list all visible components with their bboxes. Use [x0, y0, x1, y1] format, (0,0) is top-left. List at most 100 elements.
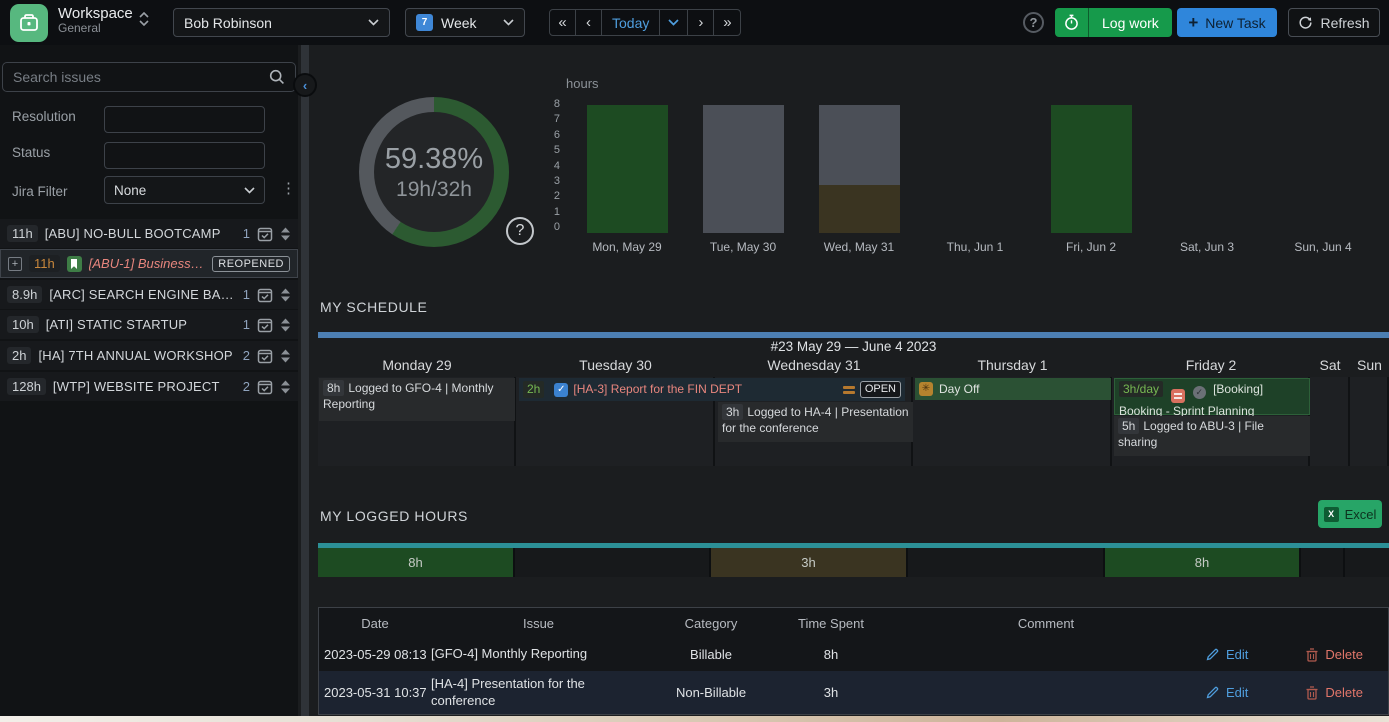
worklog-category: Billable: [646, 647, 776, 662]
logged-segment-monday[interactable]: 8h: [318, 548, 515, 577]
project-row-arc[interactable]: 8.9h [ARC] SEARCH ENGINE BANDI... 1: [0, 280, 298, 309]
sort-arrows-icon[interactable]: [280, 380, 291, 394]
y-tick-label: 1: [554, 207, 560, 218]
task-event-tuesday[interactable]: 2h ✓ [HA-3] Report for the FIN DEPT OPEN: [519, 378, 905, 401]
logged-segment-tuesday[interactable]: [515, 548, 711, 577]
worklog-table: Date Issue Category Time Spent Comment 2…: [318, 607, 1389, 715]
day-header: Monday 29: [318, 357, 516, 373]
help-icon[interactable]: ?: [1023, 12, 1044, 33]
search-icon[interactable]: [269, 69, 285, 85]
schedule-day-cell[interactable]: [1310, 377, 1350, 466]
schedule-grid: 8hLogged to GFO-4 | Monthly Reporting 2h…: [318, 377, 1389, 466]
project-hours-badge: 2h: [7, 347, 31, 364]
project-row-wtp[interactable]: 128h [WTP] WEBSITE PROJECT 2: [0, 372, 298, 401]
user-select[interactable]: Bob Robinson: [173, 8, 390, 37]
stopwatch-icon[interactable]: [1055, 8, 1089, 37]
chevron-down-icon: [503, 19, 514, 26]
search-input[interactable]: [13, 69, 261, 85]
jira-filter-select[interactable]: None: [104, 176, 265, 204]
view-mode-select[interactable]: 7 Week: [405, 8, 525, 37]
donut-help-icon[interactable]: ?: [506, 217, 534, 245]
project-row-ha[interactable]: 2h [HA] 7TH ANNUAL WORKSHOP 2: [0, 341, 298, 370]
event-text: Logged to GFO-4 | Monthly Reporting: [323, 381, 494, 411]
event-hours-badge: 2h: [523, 381, 544, 397]
logged-segment-wednesday[interactable]: 3h: [711, 548, 908, 577]
bar-segment-not-logged[interactable]: [703, 105, 784, 233]
export-excel-button[interactable]: X Excel: [1318, 500, 1382, 528]
expand-icon[interactable]: +: [8, 257, 22, 271]
workspace-title: Workspace: [58, 5, 133, 22]
logged-segment-sunday[interactable]: [1345, 548, 1389, 577]
delete-worklog-button[interactable]: Delete: [1306, 647, 1363, 662]
delete-worklog-button[interactable]: Delete: [1306, 685, 1363, 700]
nav-last-button[interactable]: »: [714, 10, 740, 35]
bar-segment-logged-non-billable[interactable]: [819, 185, 900, 233]
bar-segment-logged-billable[interactable]: [587, 105, 668, 233]
workspace-logo-icon[interactable]: [10, 4, 48, 42]
calendar-check-icon[interactable]: [257, 348, 273, 364]
sidebar-collapse-button[interactable]: ‹: [293, 73, 317, 97]
task-title[interactable]: [HA-3] Report for the FIN DEPT: [573, 381, 837, 397]
today-button[interactable]: Today: [602, 10, 660, 35]
today-dropdown-button[interactable]: [660, 10, 688, 35]
workspace-switcher[interactable]: Workspace General: [58, 5, 133, 36]
worklog-row[interactable]: 2023-05-31 10:37 [HA-4] Presentation for…: [319, 671, 1388, 714]
worklog-date: 2023-05-29 08:13: [319, 647, 431, 662]
nav-prev-button[interactable]: ‹: [576, 10, 602, 35]
sort-arrows-icon[interactable]: [280, 318, 291, 332]
task-status-badge: OPEN: [860, 381, 901, 398]
calendar-check-icon[interactable]: [257, 317, 273, 333]
new-task-button[interactable]: + New Task: [1177, 8, 1277, 37]
sort-arrows-icon[interactable]: [280, 288, 291, 302]
logged-segment-friday[interactable]: 8h: [1105, 548, 1301, 577]
bar-segment-logged-billable[interactable]: [1051, 105, 1132, 233]
status-input[interactable]: [104, 142, 265, 169]
edit-worklog-button[interactable]: Edit: [1206, 685, 1248, 700]
day-header: Wednesday 31: [715, 357, 913, 373]
nav-next-button[interactable]: ›: [688, 10, 714, 35]
log-work-button[interactable]: Log work: [1055, 8, 1172, 37]
schedule-day-cell[interactable]: [1350, 377, 1389, 466]
worklog-date: 2023-05-31 10:37: [319, 685, 431, 700]
dayoff-event-thursday[interactable]: ✳ Day Off: [915, 378, 1111, 400]
project-hours-badge: 10h: [7, 316, 39, 333]
issue-label[interactable]: [ABU-1] Business Analyt...: [89, 256, 206, 271]
worklog-time-spent: 3h: [776, 685, 886, 700]
day-header: Friday 2: [1112, 357, 1310, 373]
calendar-check-icon[interactable]: [257, 379, 273, 395]
sort-arrows-icon[interactable]: [280, 349, 291, 363]
booking-event-friday[interactable]: 3h/day ✓ [Booking] Booking - Sprint Plan…: [1114, 378, 1310, 415]
calendar-check-icon[interactable]: [257, 226, 273, 242]
issue-row-abu-1[interactable]: + 11h [ABU-1] Business Analyt... REOPENE…: [0, 249, 298, 278]
kebab-menu-icon[interactable]: ⋮: [281, 179, 296, 197]
workspace-expand-icon[interactable]: [139, 12, 149, 26]
bar-chart-columns: Mon, May 29Tue, May 30Wed, May 31Thu, Ju…: [569, 99, 1381, 233]
sort-arrows-icon[interactable]: [280, 227, 291, 241]
donut-center: 59.38% 19h/32h: [374, 112, 494, 232]
project-row-ati[interactable]: 10h [ATI] STATIC STARTUP 1: [0, 310, 298, 339]
refresh-button[interactable]: Refresh: [1288, 8, 1380, 37]
schedule-week-bar[interactable]: [318, 332, 1389, 338]
logged-segment-thursday[interactable]: [908, 548, 1105, 577]
excel-icon: X: [1324, 507, 1339, 522]
bottom-edge-strip: [0, 716, 1389, 722]
resolution-input[interactable]: [104, 106, 265, 133]
calendar-check-icon[interactable]: [257, 287, 273, 303]
worklog-event-wednesday[interactable]: 3hLogged to HA-4 | Presentation for the …: [718, 402, 913, 442]
nav-first-button[interactable]: «: [550, 10, 576, 35]
y-tick-label: 6: [554, 130, 560, 141]
status-label: Status: [12, 145, 50, 160]
y-tick-label: 0: [554, 222, 560, 233]
bar-segment-not-logged[interactable]: [819, 105, 900, 185]
edit-worklog-button[interactable]: Edit: [1206, 647, 1248, 662]
project-row-abu[interactable]: 11h [ABU] NO-BULL BOOTCAMP 1: [0, 219, 298, 248]
logged-segment-saturday[interactable]: [1301, 548, 1345, 577]
worklog-event-friday[interactable]: 5hLogged to ABU-3 | File sharing: [1114, 416, 1310, 456]
worklog-event-monday[interactable]: 8hLogged to GFO-4 | Monthly Reporting: [319, 378, 515, 421]
task-checkbox-icon[interactable]: ✓: [554, 383, 568, 397]
worklog-row[interactable]: 2023-05-29 08:13 [GFO-4] Monthly Reporti…: [319, 638, 1388, 671]
jira-filter-value: None: [114, 183, 146, 198]
new-task-label: New Task: [1205, 15, 1265, 31]
plus-icon: +: [1188, 13, 1198, 33]
project-label: [ABU] NO-BULL BOOTCAMP: [45, 226, 236, 241]
